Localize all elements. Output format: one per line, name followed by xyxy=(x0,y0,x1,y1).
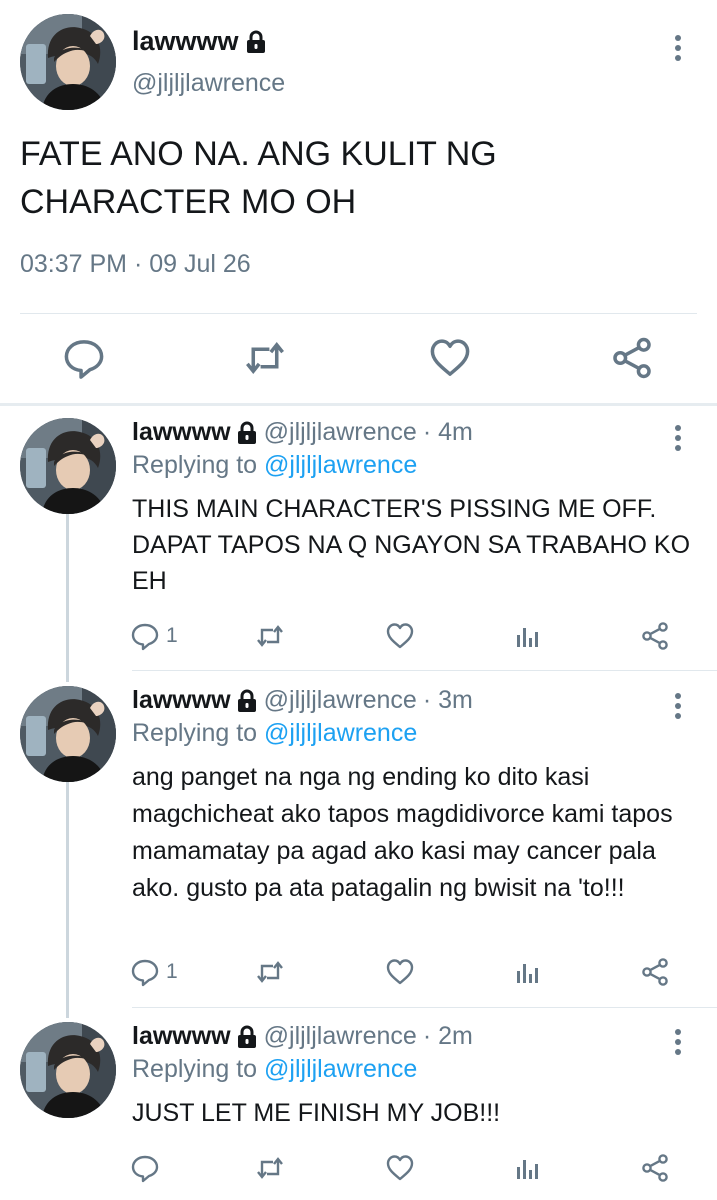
replying-to: Replying to @jljljlawrence xyxy=(132,1055,417,1084)
avatar-image xyxy=(20,686,116,782)
reply-actions: 1 xyxy=(130,954,690,994)
divider xyxy=(132,670,717,671)
share-icon xyxy=(640,621,670,651)
like-button[interactable] xyxy=(385,954,415,990)
like-icon[interactable] xyxy=(428,336,472,380)
replying-to-label: Replying to xyxy=(132,1055,265,1083)
reply-time: · 3m xyxy=(422,686,473,714)
display-name[interactable]: lawwww xyxy=(132,686,231,715)
section-divider xyxy=(0,403,717,406)
mention-link[interactable]: @jljljlawrence xyxy=(264,719,417,747)
analytics-button[interactable] xyxy=(513,1150,543,1186)
reply-button[interactable]: 1 xyxy=(130,954,178,990)
lock-icon xyxy=(236,421,258,445)
reply-header: lawwww @jljljlawrence · 4m xyxy=(132,418,473,447)
user-handle[interactable]: @jljljlawrence xyxy=(132,69,285,98)
tweet-actions xyxy=(0,330,717,386)
avatar[interactable] xyxy=(20,1022,116,1118)
tweet-text: FATE ANO NA. ANG KULIT NG CHARACTER MO O… xyxy=(20,135,497,221)
retweet-button[interactable] xyxy=(255,954,285,990)
lock-icon xyxy=(236,1025,258,1049)
replying-to-label: Replying to xyxy=(132,451,265,479)
reply-text: ang panget na nga ng ending ko dito kasi… xyxy=(132,763,673,902)
display-name-text[interactable]: lawwww xyxy=(132,26,239,57)
share-button[interactable] xyxy=(640,618,670,654)
retweet-icon xyxy=(255,1153,285,1183)
more-vertical-icon[interactable] xyxy=(668,424,688,452)
reply-icon xyxy=(130,621,160,651)
main-tweet: lawwww @jljljlawrence FATE ANO NA. ANG K… xyxy=(0,0,717,406)
like-icon xyxy=(385,621,415,651)
avatar-image xyxy=(20,14,116,110)
avatar-image xyxy=(20,418,116,514)
avatar-image xyxy=(20,1022,116,1118)
replying-to-label: Replying to xyxy=(132,719,265,747)
retweet-icon xyxy=(255,957,285,987)
retweet-icon xyxy=(255,621,285,651)
reply-icon xyxy=(130,957,160,987)
reply-header: lawwww @jljljlawrence · 2m xyxy=(132,1022,473,1051)
lock-icon xyxy=(236,689,258,713)
reply-count: 1 xyxy=(166,960,178,983)
user-handle[interactable]: @jljljlawrence xyxy=(264,686,417,715)
analytics-icon xyxy=(513,957,543,987)
reply-actions xyxy=(130,1150,690,1190)
display-name[interactable]: lawwww xyxy=(132,26,267,57)
more-vertical-icon[interactable] xyxy=(668,34,688,62)
avatar[interactable] xyxy=(20,418,116,514)
thread-line xyxy=(66,780,69,1018)
analytics-icon xyxy=(513,1153,543,1183)
like-button[interactable] xyxy=(385,1150,415,1186)
reply-header: lawwww @jljljlawrence · 3m xyxy=(132,686,473,715)
retweet-button[interactable] xyxy=(255,1150,285,1186)
retweet-icon[interactable] xyxy=(243,336,287,380)
display-name[interactable]: lawwww xyxy=(132,1022,231,1051)
thread-line xyxy=(66,512,69,682)
reply-count: 1 xyxy=(166,624,178,647)
share-icon xyxy=(640,957,670,987)
like-icon xyxy=(385,1153,415,1183)
mention-link[interactable]: @jljljlawrence xyxy=(264,451,417,479)
divider xyxy=(132,1007,717,1008)
reply-icon xyxy=(130,1153,160,1183)
reply-time: · 4m xyxy=(422,418,473,446)
lock-icon xyxy=(245,30,267,54)
reply-actions: 1 xyxy=(130,618,690,658)
share-icon[interactable] xyxy=(610,336,654,380)
analytics-button[interactable] xyxy=(513,618,543,654)
user-handle[interactable]: @jljljlawrence xyxy=(264,418,417,447)
more-vertical-icon[interactable] xyxy=(668,1028,688,1056)
reply-text: THIS MAIN CHARACTER'S PISSING ME OFF. DA… xyxy=(132,495,691,595)
more-vertical-icon[interactable] xyxy=(668,692,688,720)
like-icon xyxy=(385,957,415,987)
analytics-icon xyxy=(513,621,543,651)
reply-time: · 2m xyxy=(422,1022,473,1050)
user-handle[interactable]: @jljljlawrence xyxy=(264,1022,417,1051)
display-name[interactable]: lawwww xyxy=(132,418,231,447)
replying-to: Replying to @jljljlawrence xyxy=(132,451,417,480)
divider xyxy=(20,313,697,314)
replying-to: Replying to @jljljlawrence xyxy=(132,719,417,748)
analytics-button[interactable] xyxy=(513,954,543,990)
mention-link[interactable]: @jljljlawrence xyxy=(264,1055,417,1083)
avatar[interactable] xyxy=(20,686,116,782)
share-icon xyxy=(640,1153,670,1183)
reply-icon[interactable] xyxy=(62,336,106,380)
reply-text: JUST LET ME FINISH MY JOB!!! xyxy=(132,1099,501,1127)
share-button[interactable] xyxy=(640,1150,670,1186)
retweet-button[interactable] xyxy=(255,618,285,654)
reply-button[interactable] xyxy=(130,1150,166,1186)
reply-button[interactable]: 1 xyxy=(130,618,178,654)
avatar[interactable] xyxy=(20,14,116,110)
tweet-timestamp[interactable]: 03:37 PM · 09 Jul 26 xyxy=(20,250,251,279)
share-button[interactable] xyxy=(640,954,670,990)
like-button[interactable] xyxy=(385,618,415,654)
